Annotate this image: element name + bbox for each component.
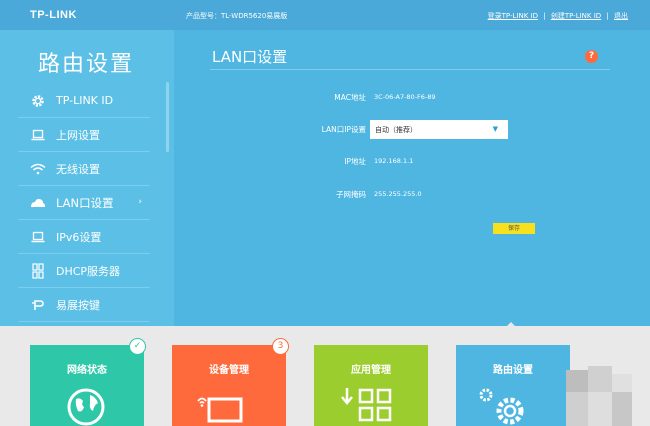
sidebar-title: 路由设置 (38, 52, 135, 77)
sidebar: 路由设置 TP-LINK ID 上网设置 无线设置 LAN口设置 › IPv6设… (0, 30, 174, 326)
ip-row: IP地址 192.168.1.1 (174, 152, 650, 172)
mac-row: MAC地址 3C-06-A7-80-F6-89 (174, 88, 650, 108)
help-icon[interactable]: ? (585, 50, 598, 63)
tile-label: 路由设置 (493, 365, 533, 376)
chevron-right-icon: › (138, 197, 142, 207)
sidebar-scrollbar[interactable] (166, 82, 169, 152)
tile-router-settings[interactable]: 路由设置 (456, 345, 570, 426)
laptop-wifi-icon (197, 397, 243, 423)
logout-link[interactable]: 退出 (614, 12, 628, 20)
mac-value: 3C-06-A7-80-F6-89 (374, 93, 436, 101)
bottom-nav: 网络状态 ✓ 设备管理 3 应用管理 路由设置 (0, 326, 650, 426)
sidebar-item-label: TP-LINK ID (56, 94, 114, 107)
page-title: LAN口设置 (212, 48, 288, 66)
lan-ip-setting-select[interactable]: 自动（推荐） ▼ (370, 120, 508, 139)
laptop-icon (28, 229, 48, 245)
sidebar-item-tplink-id[interactable]: TP-LINK ID (18, 84, 150, 118)
status-ok-badge: ✓ (129, 338, 146, 355)
easymesh-icon (28, 297, 48, 313)
lan-ip-setting-label: LAN口IP设置 (321, 125, 366, 134)
sidebar-item-ipv6[interactable]: IPv6设置 (18, 220, 150, 254)
ip-value: 192.168.1.1 (374, 157, 414, 165)
subnet-mask-label: 子网掩码 (336, 190, 366, 199)
sidebar-item-easymesh[interactable]: 易展按键 (18, 288, 150, 322)
gear-icon (28, 93, 48, 109)
sidebar-item-lan[interactable]: LAN口设置 › (18, 186, 150, 220)
sidebar-item-label: 上网设置 (56, 128, 100, 142)
sidebar-nav: TP-LINK ID 上网设置 无线设置 LAN口设置 › IPv6设置 DHC… (18, 84, 150, 322)
top-bar: TP-LINK 产品型号：TL-WDR5620易展版 登录TP-LINK ID … (0, 0, 650, 30)
sidebar-item-label: DHCP服务器 (56, 264, 121, 278)
product-model: 产品型号：TL-WDR5620易展版 (186, 12, 288, 20)
tile-app-management[interactable]: 应用管理 (314, 345, 428, 426)
title-divider (210, 69, 610, 70)
apps-grid-icon (341, 388, 392, 422)
ip-label: IP地址 (344, 157, 366, 166)
dhcp-icon (28, 262, 48, 279)
mac-label: MAC地址 (334, 93, 366, 102)
caret-down-icon: ▼ (492, 125, 498, 133)
pixelated-watermark (566, 366, 636, 426)
sidebar-item-label: LAN口设置 (56, 195, 114, 210)
globe-icon (67, 388, 105, 426)
device-count-badge: 3 (272, 338, 289, 355)
sidebar-item-label: 无线设置 (56, 162, 100, 176)
account-links: 登录TP-LINK ID | 创建TP-LINK ID | 退出 (488, 11, 628, 21)
tile-network-status[interactable]: 网络状态 (30, 345, 144, 426)
laptop-icon (28, 127, 48, 143)
login-tplink-id-link[interactable]: 登录TP-LINK ID (488, 12, 538, 20)
tile-label: 应用管理 (351, 365, 391, 376)
sidebar-item-wireless[interactable]: 无线设置 (18, 152, 150, 186)
cloud-icon (28, 195, 48, 211)
sidebar-item-internet[interactable]: 上网设置 (18, 118, 150, 152)
sidebar-item-dhcp[interactable]: DHCP服务器 (18, 254, 150, 288)
lan-ip-setting-row: LAN口IP设置 自动（推荐） ▼ (174, 120, 650, 140)
gears-icon (479, 388, 524, 425)
sidebar-item-label: 易展按键 (56, 298, 100, 312)
tile-device-management[interactable]: 设备管理 (172, 345, 286, 426)
active-tile-pointer (504, 322, 518, 329)
sidebar-item-label: IPv6设置 (56, 230, 102, 244)
create-tplink-id-link[interactable]: 创建TP-LINK ID (551, 12, 601, 20)
tile-label: 设备管理 (209, 365, 249, 376)
subnet-mask-value: 255.255.255.0 (374, 190, 422, 198)
lan-ip-setting-value: 自动（推荐） (375, 126, 417, 134)
main-panel: LAN口设置 ? MAC地址 3C-06-A7-80-F6-89 LAN口IP设… (174, 30, 650, 326)
wifi-icon (28, 161, 48, 177)
save-button[interactable]: 保存 (493, 223, 535, 234)
subnet-mask-row: 子网掩码 255.255.255.0 (174, 185, 650, 205)
brand-logo: TP-LINK (30, 9, 77, 21)
link-separator: | (606, 12, 609, 20)
link-separator: | (543, 12, 546, 20)
tile-label: 网络状态 (67, 365, 107, 376)
